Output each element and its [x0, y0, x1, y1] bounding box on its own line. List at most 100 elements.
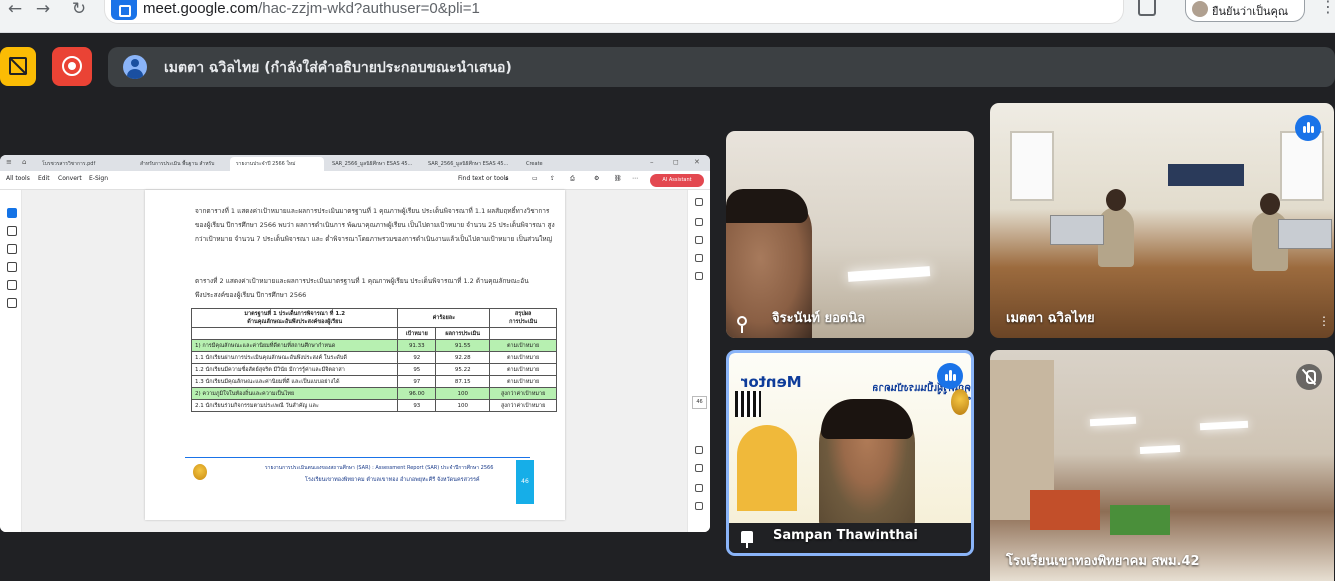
zoom-out-icon[interactable] — [695, 502, 703, 510]
extensions-icon[interactable] — [1138, 0, 1156, 16]
pinned-icon[interactable] — [741, 531, 753, 548]
green-box — [1110, 505, 1170, 535]
menu-esign[interactable]: E-Sign — [89, 175, 108, 182]
url-path: /hac-zzjm-wkd?authuser=0&pli=1 — [258, 0, 480, 17]
menu-convert[interactable]: Convert — [58, 175, 82, 182]
footer-line-1: รายงานการประเมินตนเองของสถานศึกษา (SAR) … — [265, 465, 494, 471]
cell-result: ตามเป้าหมาย — [489, 375, 557, 388]
url-text[interactable]: meet.google.com/hac-zzjm-wkd?authuser=0&… — [143, 0, 480, 17]
back-icon[interactable]: ← — [0, 0, 30, 22]
table-row: 1.2 นักเรียนมีความซื่อสัตย์สุจริต มีวินั… — [190, 363, 557, 376]
pdf-left-rail — [0, 190, 22, 532]
participant-tile-1[interactable]: จิระนันท์ ยอดนิล — [726, 131, 974, 338]
edit-icon[interactable] — [695, 236, 703, 244]
participant-hair — [821, 399, 913, 439]
find-text[interactable]: Find text or tools — [458, 175, 508, 182]
more-icon[interactable]: ⋯ — [632, 175, 638, 182]
participant-tile-4[interactable]: โรงเรียนเขาทองพิทยาคม สพม.42 — [990, 350, 1334, 581]
cell-label: 2) ความภูมิใจในท้องถิ่นและความเป็นไทย — [190, 387, 399, 400]
th-percent: ค่าร้อยละ — [397, 308, 491, 328]
tile-options-icon[interactable]: ⋮ — [1318, 314, 1330, 328]
ai-assistant-button[interactable]: AI Assistant — [650, 174, 704, 187]
tab-2[interactable]: สำหรับการประเมิน พื้นฐาน สำหรับ — [134, 157, 228, 171]
present-off-icon — [9, 57, 27, 75]
cell-label: 1.3 นักเรียนมีคุณลักษณะและค่านิยมที่ดี แ… — [190, 375, 399, 388]
stamp-tool-icon[interactable] — [7, 298, 17, 308]
browser-menu-icon[interactable]: ⋮ — [1320, 0, 1335, 15]
menu-edit[interactable]: Edit — [38, 175, 50, 182]
presenter-avatar — [123, 55, 147, 79]
lasso-tool-icon[interactable] — [7, 262, 17, 272]
wall-sign — [1168, 164, 1244, 186]
minimize-icon[interactable]: – — [650, 158, 654, 166]
tab-create[interactable]: Create — [520, 157, 554, 171]
url-host: meet.google.com — [143, 0, 259, 17]
ceiling-lamp-3 — [1139, 444, 1181, 455]
cell-target: 96.00 — [397, 387, 437, 400]
cell-target: 97 — [397, 375, 437, 388]
speaking-indicator-icon — [937, 363, 963, 389]
th-criterion-a: มาตรฐานที่ 1 ประเด็นการพิจารณา ที่ 1.2 — [244, 311, 346, 317]
tab-1[interactable]: โบรชวรสารวิชาการ.pdf — [36, 157, 132, 171]
stop-presenting-button[interactable] — [0, 47, 36, 86]
th-score: ผลการประเมิน — [435, 327, 491, 340]
recording-button[interactable] — [52, 47, 92, 86]
participant-tile-3-pinned[interactable]: Mentor คุณครูผู้เป็นแรงบันดาลใจ Sampan T… — [726, 350, 974, 556]
table-row: 2.1 นักเรียนร่วมกิจกรรมตามประเพณี วันสำค… — [190, 399, 557, 412]
zoom-in-icon[interactable] — [695, 484, 703, 492]
school-logo — [193, 464, 207, 480]
cell-result: สูงกว่าค่าเป้าหมาย — [489, 387, 557, 400]
link-icon[interactable]: ⛓ — [614, 175, 622, 182]
virtual-background: Mentor คุณครูผู้เป็นแรงบันดาลใจ — [729, 353, 971, 529]
reload-icon[interactable]: ↻ — [64, 0, 94, 22]
profile-button[interactable]: ยืนยันว่าเป็นคุณ — [1185, 0, 1305, 22]
participant-hair — [726, 189, 808, 223]
participant-name: เมตตา ฉวิลไทย — [1006, 311, 1095, 326]
page-number-box[interactable]: 46 — [692, 396, 707, 409]
pen-tool-icon[interactable] — [7, 244, 17, 254]
crest-icon — [951, 389, 969, 415]
close-icon[interactable]: ✕ — [694, 158, 700, 166]
next-page-icon[interactable] — [695, 464, 703, 472]
pin-icon[interactable] — [737, 316, 747, 333]
search-icon[interactable]: ⌕ — [505, 175, 508, 183]
tools-icon[interactable]: ⚙ — [594, 175, 599, 182]
prev-page-icon[interactable] — [695, 446, 703, 454]
tab-4[interactable]: SAR_2566_มูลนิธิศึกษา ESAS 45... — [326, 157, 420, 171]
attach-icon[interactable] — [695, 272, 703, 280]
participant-name: Sampan Thawinthai — [773, 528, 918, 543]
profile-avatar — [1192, 1, 1208, 17]
print-icon[interactable]: ⎙ — [570, 175, 575, 183]
th-summary: สรุปผล การประเมิน — [489, 308, 557, 328]
tab-5[interactable]: SAR_2566_มูลนิธิศึกษา ESAS 45... — [422, 157, 516, 171]
cell-label: 2.1 นักเรียนร่วมกิจกรรมตามประเพณี วันสำค… — [190, 399, 399, 412]
th-target: เป้าหมาย — [397, 327, 437, 340]
layers-icon[interactable] — [695, 254, 703, 262]
comment-icon[interactable]: ▭ — [532, 175, 538, 182]
home-icon[interactable]: ⌂ — [22, 158, 26, 166]
pdf-page: จากตารางที่ 1 แสดงค่าเป้าหมายและผลการประ… — [145, 190, 565, 520]
doc-paragraph-1: จากตารางที่ 1 แสดงค่าเป้าหมายและผลการประ… — [195, 207, 555, 243]
cell-label: 1.2 นักเรียนมีความซื่อสัตย์สุจริต มีวินั… — [190, 363, 399, 376]
address-bar[interactable]: meet.google.com/hac-zzjm-wkd?authuser=0&… — [104, 0, 1208, 24]
share-icon[interactable]: ⇪ — [550, 175, 555, 182]
comments-icon[interactable] — [695, 218, 703, 226]
cell-result: ตามเป้าหมาย — [489, 351, 557, 364]
cell-label: 1) การมีคุณลักษณะและค่านิยมที่ดีตามที่สถ… — [190, 339, 399, 352]
cell-target: 92 — [397, 351, 437, 364]
select-tool-icon[interactable] — [7, 208, 17, 218]
maximize-icon[interactable]: ◻ — [673, 158, 679, 166]
cell-target: 95 — [397, 363, 437, 376]
footer-rule — [185, 457, 530, 458]
menu-all-tools[interactable]: All tools — [6, 175, 30, 182]
comment-tool-icon[interactable] — [7, 226, 17, 236]
text-tool-icon[interactable] — [7, 280, 17, 290]
laptop-1 — [1050, 215, 1104, 245]
pdf-tab-strip: ≡ ⌂ โบรชวรสารวิชาการ.pdf สำหรับการประเมิ… — [0, 155, 710, 171]
forward-icon[interactable]: → — [28, 0, 58, 22]
th-summary-b: การประเมิน — [509, 319, 538, 325]
bookmark-icon[interactable] — [695, 198, 703, 206]
menu-icon[interactable]: ≡ — [6, 158, 12, 166]
participant-tile-2[interactable]: เมตตา ฉวิลไทย ⋮ — [990, 103, 1334, 338]
tab-3[interactable]: รายงานประจำปี 2566 ใหม่ — [230, 157, 324, 171]
